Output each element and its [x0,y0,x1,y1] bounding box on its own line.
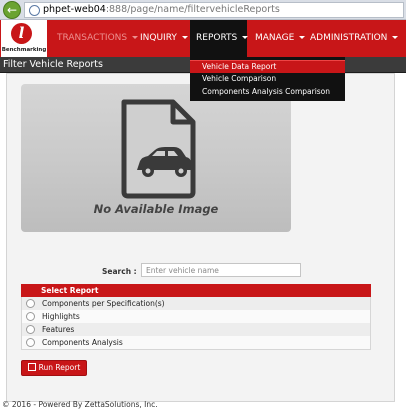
caret-down-icon [392,36,399,39]
report-row-label: Components per Specification(s) [42,299,165,308]
run-report-label: Run Report [38,363,81,372]
caret-down-icon [181,36,188,39]
filter-panel: No Available Image Search : Select Repor… [6,73,395,402]
report-row-features[interactable]: Features [21,323,371,337]
nav-transactions[interactable]: TRANSACTIONS [57,20,139,57]
reports-dropdown-menu: Vehicle Data Report Vehicle Comparison C… [190,57,345,101]
report-radio[interactable] [26,312,35,321]
menu-item-label: Vehicle Comparison [202,74,277,83]
page-title: Filter Vehicle Reports [3,59,103,70]
logo[interactable]: l Benchmarking [1,20,47,57]
nav-manage[interactable]: MANAGE [255,20,306,57]
url-path: :888/page/name/filtervehicleReports [105,4,280,15]
nav-manage-label: MANAGE [255,33,295,43]
nav-transactions-label: TRANSACTIONS [57,33,128,43]
menu-item-vehicle-comparison[interactable]: Vehicle Comparison [190,73,345,85]
no-image-caption: No Available Image [93,202,219,216]
nav-reports[interactable]: REPORTS [190,20,249,57]
caret-down-icon [299,36,306,39]
browser-address-bar: ← phpet-web04:888/page/name/filtervehicl… [0,0,406,20]
menu-item-vehicle-data-report[interactable]: Vehicle Data Report [190,60,345,73]
report-row-label: Highlights [42,312,80,321]
nav-inquiry-label: INQUIRY [140,33,177,43]
menu-item-components-analysis-comparison[interactable]: Components Analysis Comparison [190,86,345,98]
report-row-highlights[interactable]: Highlights [21,310,371,324]
report-row-components-analysis[interactable]: Components Analysis [21,336,371,350]
logo-badge-icon: l [11,23,32,44]
nav-reports-label: REPORTS [196,33,238,43]
nav-administration[interactable]: ADMINISTRATION [310,20,399,57]
menu-item-label: Components Analysis Comparison [202,87,331,96]
vehicle-image-placeholder: No Available Image [21,84,291,232]
table-header-label: Select Report [41,286,99,295]
globe-icon [29,5,40,16]
back-arrow-icon[interactable]: ← [3,1,21,19]
url-text: phpet-web04:888/page/name/filtervehicleR… [43,3,280,17]
report-row-components-per-specification[interactable]: Components per Specification(s) [21,297,371,311]
report-radio[interactable] [26,338,35,347]
main-nav: l Benchmarking TRANSACTIONS INQUIRY REPO… [0,20,406,57]
report-radio[interactable] [26,299,35,308]
report-row-label: Features [42,325,75,334]
logo-text: Benchmarking [1,47,47,53]
nav-administration-label: ADMINISTRATION [310,33,388,43]
table-header: Select Report [21,284,371,297]
url-field[interactable]: phpet-web04:888/page/name/filtervehicleR… [24,2,404,18]
report-row-label: Components Analysis [42,338,123,347]
footer: © 2016 - Powered By ZettaSolutions, Inc. [0,400,406,412]
caret-down-icon [132,36,139,39]
vehicle-search-input[interactable] [141,263,301,277]
nav-inquiry[interactable]: INQUIRY [140,20,188,57]
menu-item-label: Vehicle Data Report [202,62,277,71]
search-label: Search : [102,267,137,276]
caret-down-icon [242,36,249,39]
report-icon [27,363,36,371]
url-host: phpet-web04 [43,4,106,15]
run-report-button[interactable]: Run Report [21,360,87,376]
report-radio[interactable] [26,325,35,334]
footer-text: © 2016 - Powered By ZettaSolutions, Inc. [2,400,158,409]
